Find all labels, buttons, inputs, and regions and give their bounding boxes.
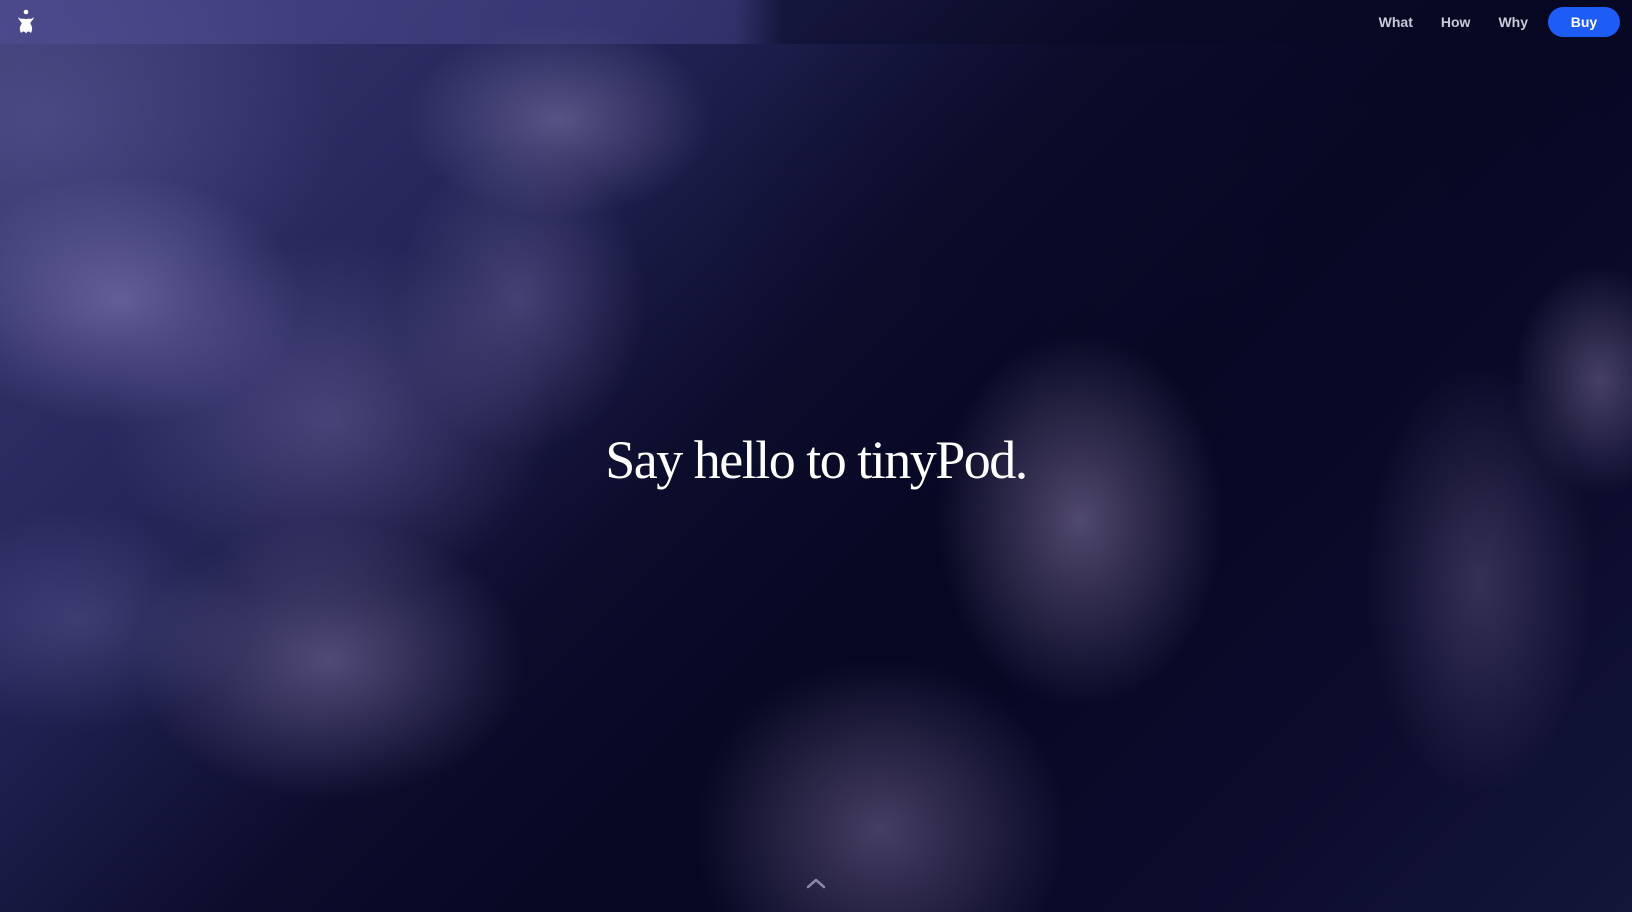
tinypod-logo-icon[interactable] <box>14 9 38 35</box>
buy-button[interactable]: Buy <box>1548 7 1620 37</box>
top-navbar: What How Why Buy <box>0 0 1632 44</box>
hero-title: Say hello to tinyPod. <box>605 430 1028 490</box>
nav-link-how[interactable]: How <box>1429 14 1483 30</box>
nav-link-what[interactable]: What <box>1367 14 1425 30</box>
chevron-up-icon[interactable] <box>805 876 827 890</box>
page: What How Why Buy Say hello to tinyPod. <box>0 0 1632 912</box>
nav-link-why[interactable]: Why <box>1486 14 1540 30</box>
nav-links: What How Why <box>1363 0 1540 44</box>
